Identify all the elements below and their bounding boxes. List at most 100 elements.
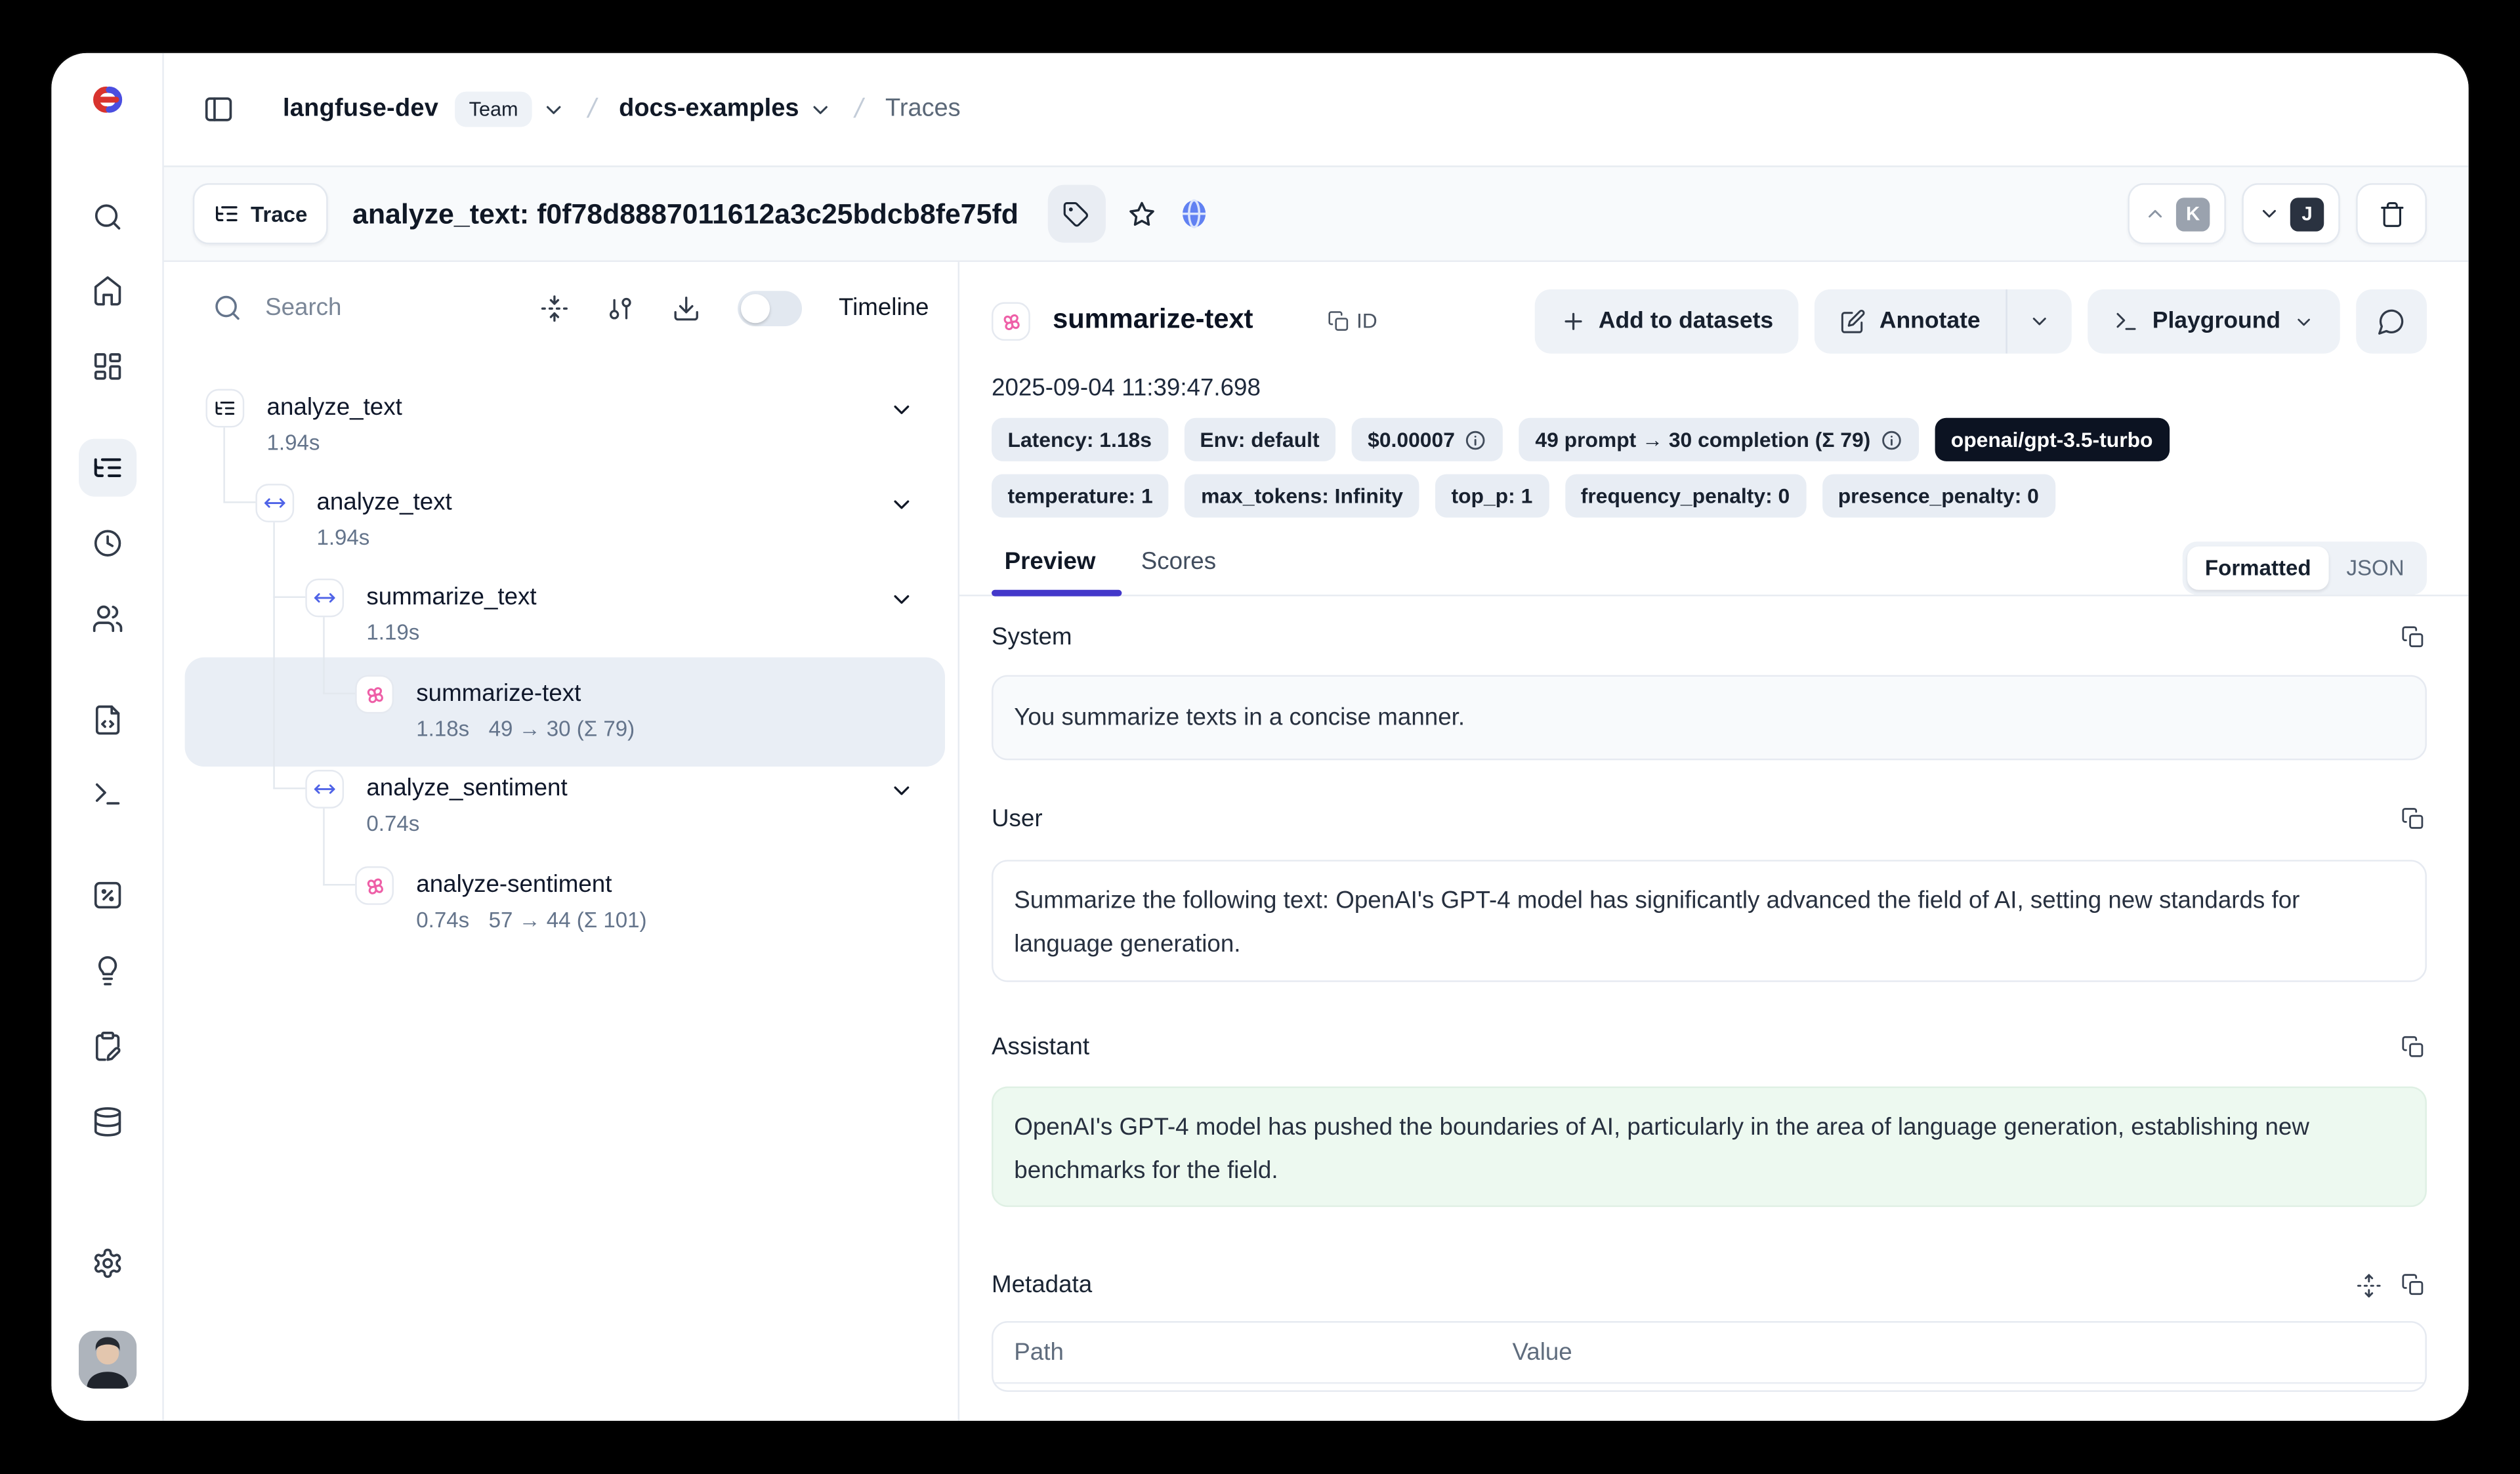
tree-node-name[interactable]: summarize-text (416, 678, 581, 710)
panel-left-icon (203, 93, 235, 125)
next-trace-button[interactable]: J (2242, 183, 2340, 244)
env-badge: Env: default (1184, 418, 1335, 461)
sidebar-item-datasets[interactable] (79, 1093, 136, 1150)
copy-icon[interactable] (2401, 625, 2426, 650)
sidebar-item-scores[interactable] (79, 866, 136, 924)
span-node-icon (305, 770, 344, 809)
collapse-all-icon[interactable] (540, 293, 569, 322)
metadata-actions (2356, 1273, 2425, 1299)
avatar[interactable] (79, 1331, 136, 1389)
chevron-down-icon[interactable] (889, 587, 914, 612)
metadata-table-header: Path Value (993, 1323, 2425, 1384)
comments-button[interactable] (2356, 289, 2427, 354)
chevron-down-icon[interactable] (889, 778, 914, 803)
observation-detail-panel: summarize-text ID Add to datasets Annota… (959, 262, 2469, 1421)
sidebar-item-annotation[interactable] (79, 1017, 136, 1075)
chevron-down-icon[interactable] (542, 97, 566, 121)
terminal-icon (92, 778, 124, 810)
id-label: ID (1356, 308, 1377, 333)
top-navigation: langfuse-dev Team / docs-examples / Trac… (164, 53, 2469, 165)
terminal-icon (2114, 308, 2139, 334)
tree-node-duration: 1.94s (267, 429, 320, 458)
sidebar-item-evaluation[interactable] (79, 942, 136, 1000)
sidebar-item-users[interactable] (79, 590, 136, 648)
avatar-photo (79, 1331, 136, 1389)
annotate-button[interactable]: Annotate (1815, 289, 2006, 354)
tree-node-name[interactable]: analyze_sentiment (366, 773, 567, 805)
trace-node-icon (205, 389, 244, 428)
generation-icon-badge (992, 302, 1030, 341)
tree-node-name[interactable]: summarize_text (366, 582, 536, 614)
sidebar-item-settings[interactable] (79, 1234, 136, 1292)
chevron-down-icon (2258, 203, 2280, 225)
langfuse-logo-icon (85, 80, 131, 119)
app-window: langfuse-dev Team / docs-examples / Trac… (51, 53, 2468, 1421)
generation-node-icon (355, 675, 394, 714)
tree-node-name[interactable]: analyze_text (316, 487, 452, 519)
percent-square-icon (92, 879, 124, 912)
assistant-message-box: OpenAI's GPT-4 model has pushed the boun… (992, 1087, 2427, 1208)
breadcrumb-org[interactable]: langfuse-dev (283, 95, 438, 123)
expand-icon[interactable] (2356, 1273, 2382, 1299)
globe-icon (1177, 198, 1209, 230)
sidebar-item-sessions[interactable] (79, 515, 136, 572)
tree-toolbar: Timeline (164, 262, 958, 354)
tree-connector (323, 809, 324, 886)
breadcrumb-section[interactable]: Traces (885, 95, 961, 123)
public-share-button[interactable] (1177, 198, 1209, 230)
model-badge[interactable]: openai/gpt-3.5-turbo (1935, 418, 2169, 461)
view-settings-icon[interactable] (606, 293, 635, 322)
chevron-down-icon[interactable] (889, 492, 914, 517)
chevron-down-icon[interactable] (808, 97, 833, 121)
token-usage-badge[interactable]: 49 prompt → 30 completion (Σ 79) (1519, 418, 1919, 461)
copy-id-button[interactable]: ID (1328, 308, 1377, 333)
tree-node-stats: 1.18s49 → 30 (Σ 79) (416, 715, 635, 744)
tab-scores[interactable]: Scores (1141, 548, 1216, 576)
sidebar-toggle-button[interactable] (203, 93, 235, 125)
format-formatted-option[interactable]: Formatted (2187, 547, 2329, 590)
copy-icon[interactable] (2401, 1035, 2426, 1059)
sidebar-item-dashboards[interactable] (79, 337, 136, 395)
database-icon (92, 1106, 124, 1138)
system-section-title: System (992, 623, 1072, 651)
search-input[interactable] (265, 294, 458, 322)
annotate-dropdown-button[interactable] (2006, 289, 2072, 354)
tree-node-name[interactable]: analyze-sentiment (416, 870, 612, 902)
cost-badge[interactable]: $0.00007 (1352, 418, 1503, 461)
lightbulb-icon (92, 955, 124, 987)
chevron-down-icon (2294, 311, 2315, 332)
trace-type-button[interactable]: Trace (193, 183, 328, 244)
tab-preview[interactable]: Preview (1005, 548, 1096, 576)
tree-node-name[interactable]: analyze_text (267, 392, 402, 425)
previous-trace-button[interactable]: K (2128, 183, 2225, 244)
sidebar-item-home[interactable] (79, 262, 136, 320)
sidebar-item-search[interactable] (79, 188, 136, 246)
bookmark-button[interactable] (1126, 198, 1157, 229)
tree-connector (323, 693, 355, 694)
sidebar-item-prompts[interactable] (79, 691, 136, 749)
observation-name: summarize-text (1053, 304, 1253, 336)
copy-icon[interactable] (2401, 807, 2426, 831)
tree-connector (323, 884, 355, 885)
chevron-down-icon (2028, 310, 2051, 333)
format-toggle: Formatted JSON (2183, 541, 2427, 595)
add-to-datasets-button[interactable]: Add to datasets (1534, 289, 1799, 354)
breadcrumb-project[interactable]: docs-examples (619, 95, 799, 123)
tags-button[interactable] (1047, 185, 1105, 243)
tabs-divider (959, 595, 2469, 596)
timeline-toggle[interactable] (738, 290, 802, 326)
clock-icon (92, 527, 124, 559)
selected-row-highlight[interactable] (185, 658, 945, 767)
chevron-down-icon[interactable] (889, 397, 914, 423)
sidebar-item-tracing[interactable] (79, 439, 136, 497)
delete-trace-button[interactable] (2356, 183, 2427, 244)
sidebar-item-playground[interactable] (79, 765, 136, 823)
download-icon[interactable] (671, 293, 700, 322)
tree-connector (273, 788, 305, 789)
format-json-option[interactable]: JSON (2329, 547, 2422, 590)
playground-button[interactable]: Playground (2088, 289, 2340, 354)
tree-connector (323, 617, 324, 694)
copy-icon[interactable] (2401, 1273, 2426, 1297)
system-message-box: You summarize texts in a concise manner. (992, 675, 2427, 761)
latency-badge: Latency: 1.18s (992, 418, 1167, 461)
